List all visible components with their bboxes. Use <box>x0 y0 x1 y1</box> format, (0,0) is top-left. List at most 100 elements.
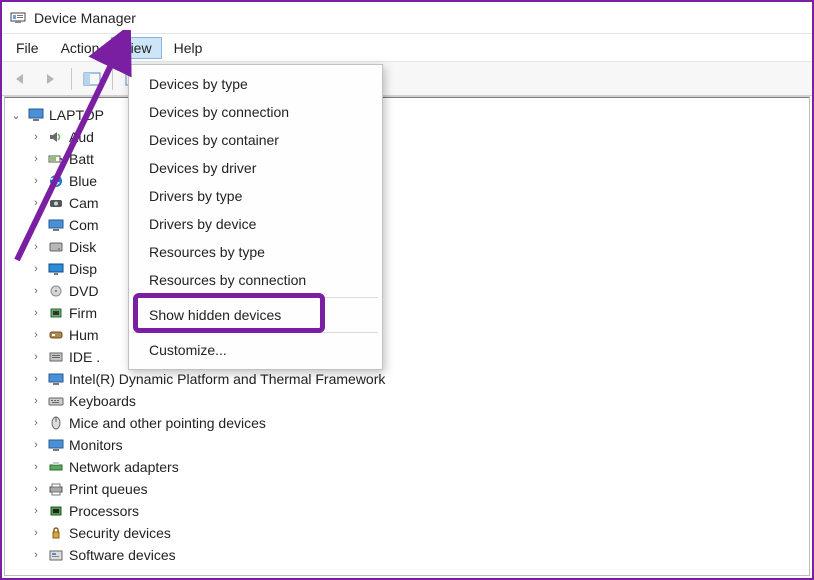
menu-separator <box>133 332 378 333</box>
tree-item-label: Processors <box>69 503 139 519</box>
tree-item[interactable]: › Keyboards <box>9 390 805 412</box>
tree-item-label: Security devices <box>69 525 171 541</box>
expander-icon[interactable]: › <box>29 461 43 473</box>
menu-separator <box>133 297 378 298</box>
expander-icon[interactable]: › <box>29 373 43 385</box>
app-icon <box>10 10 26 26</box>
dvd-icon <box>47 283 65 299</box>
expander-icon[interactable]: › <box>29 285 43 297</box>
menu-bar: File Action View Help <box>2 34 812 62</box>
expander-icon[interactable]: › <box>29 263 43 275</box>
expander-icon[interactable]: › <box>29 483 43 495</box>
tree-item-label: Monitors <box>69 437 123 453</box>
menu-devices-by-type[interactable]: Devices by type <box>131 70 380 98</box>
tree-item-label: Intel(R) Dynamic Platform and Thermal Fr… <box>69 371 385 387</box>
hid-icon <box>47 327 65 343</box>
tree-item-label: Firm <box>69 305 97 321</box>
forward-button[interactable] <box>38 66 64 92</box>
menu-devices-by-container[interactable]: Devices by container <box>131 126 380 154</box>
title-bar: Device Manager <box>2 2 812 34</box>
tree-item[interactable]: ›Software devices <box>9 544 805 566</box>
monitor-icon <box>47 371 65 387</box>
disk-icon <box>47 239 65 255</box>
device-tree[interactable]: ⌄ LAPTOP › Aud › Batt › Blue › Cam › Com › Disk › Dis… <box>5 98 809 572</box>
expander-icon[interactable]: › <box>29 219 43 231</box>
expander-icon[interactable]: › <box>29 241 43 253</box>
expander-icon[interactable]: › <box>29 549 43 561</box>
expander-icon[interactable]: › <box>29 351 43 363</box>
expander-icon[interactable]: › <box>29 131 43 143</box>
display-icon <box>47 261 65 277</box>
menu-resources-by-type[interactable]: Resources by type <box>131 238 380 266</box>
menu-view[interactable]: View <box>111 37 161 59</box>
tree-item[interactable]: › Security devices <box>9 522 805 544</box>
expander-icon[interactable]: › <box>29 175 43 187</box>
tree-root-label: LAPTOP <box>49 107 104 123</box>
menu-resources-by-connection[interactable]: Resources by connection <box>131 266 380 294</box>
tree-item-label: Blue <box>69 173 97 189</box>
view-dropdown: Devices by type Devices by connection De… <box>128 64 383 370</box>
tree-item-label: Batt <box>69 151 94 167</box>
tree-item-label: Keyboards <box>69 393 136 409</box>
tree-item-label: DVD <box>69 283 99 299</box>
monitor-icon <box>47 437 65 453</box>
menu-help[interactable]: Help <box>164 37 213 59</box>
tree-item[interactable]: › Print queues <box>9 478 805 500</box>
menu-drivers-by-device[interactable]: Drivers by device <box>131 210 380 238</box>
tree-item[interactable]: › Intel(R) Dynamic Platform and Thermal F… <box>9 368 805 390</box>
menu-file[interactable]: File <box>6 37 49 59</box>
expander-icon[interactable]: › <box>29 417 43 429</box>
expander-icon[interactable]: › <box>29 505 43 517</box>
tree-item-label: Network adapters <box>69 459 179 475</box>
battery-icon <box>47 151 65 167</box>
ide-icon <box>47 349 65 365</box>
chip-icon <box>47 305 65 321</box>
network-icon <box>47 459 65 475</box>
monitor-icon <box>47 217 65 233</box>
tree-item-label: Aud <box>69 129 94 145</box>
tree-item-label: Disp <box>69 261 97 277</box>
cpu-icon <box>47 503 65 519</box>
tree-item[interactable]: › Processors <box>9 500 805 522</box>
show-hide-tree-button[interactable] <box>79 66 105 92</box>
menu-show-hidden-devices[interactable]: Show hidden devices <box>131 301 380 329</box>
menu-customize[interactable]: Customize... <box>131 336 380 364</box>
tree-item-label: IDE . <box>69 349 100 365</box>
expander-icon[interactable]: › <box>29 153 43 165</box>
computer-icon <box>27 107 45 123</box>
expander-icon[interactable]: ⌄ <box>9 109 23 122</box>
expander-icon[interactable]: › <box>29 395 43 407</box>
expander-icon[interactable]: › <box>29 527 43 539</box>
tree-item-label: Mice and other pointing devices <box>69 415 266 431</box>
toolbar-separator <box>112 68 113 90</box>
menu-devices-by-driver[interactable]: Devices by driver <box>131 154 380 182</box>
keyboard-icon <box>47 393 65 409</box>
content-area: ⌄ LAPTOP › Aud › Batt › Blue › Cam › Com › Disk › Dis… <box>4 96 810 576</box>
tree-item-label: Com <box>69 217 99 233</box>
tree-item-label: Print queues <box>69 481 148 497</box>
software-icon <box>47 547 65 563</box>
menu-action[interactable]: Action <box>51 37 110 59</box>
expander-icon[interactable]: › <box>29 329 43 341</box>
toolbar: ? <box>2 62 812 96</box>
tree-item[interactable]: › Monitors <box>9 434 805 456</box>
toolbar-separator <box>71 68 72 90</box>
tree-item-label: Hum <box>69 327 99 343</box>
security-icon <box>47 525 65 541</box>
expander-icon[interactable]: › <box>29 197 43 209</box>
tree-item[interactable]: › Network adapters <box>9 456 805 478</box>
expander-icon[interactable]: › <box>29 307 43 319</box>
tree-item[interactable]: › Mice and other pointing devices <box>9 412 805 434</box>
expander-icon[interactable]: › <box>29 439 43 451</box>
speaker-icon <box>47 129 65 145</box>
mouse-icon <box>47 415 65 431</box>
camera-icon <box>47 195 65 211</box>
printer-icon <box>47 481 65 497</box>
menu-devices-by-connection[interactable]: Devices by connection <box>131 98 380 126</box>
menu-drivers-by-type[interactable]: Drivers by type <box>131 182 380 210</box>
bluetooth-icon <box>47 173 65 189</box>
back-button[interactable] <box>8 66 34 92</box>
window-title: Device Manager <box>34 10 136 26</box>
tree-item-label: Cam <box>69 195 99 211</box>
tree-item-label: Disk <box>69 239 96 255</box>
